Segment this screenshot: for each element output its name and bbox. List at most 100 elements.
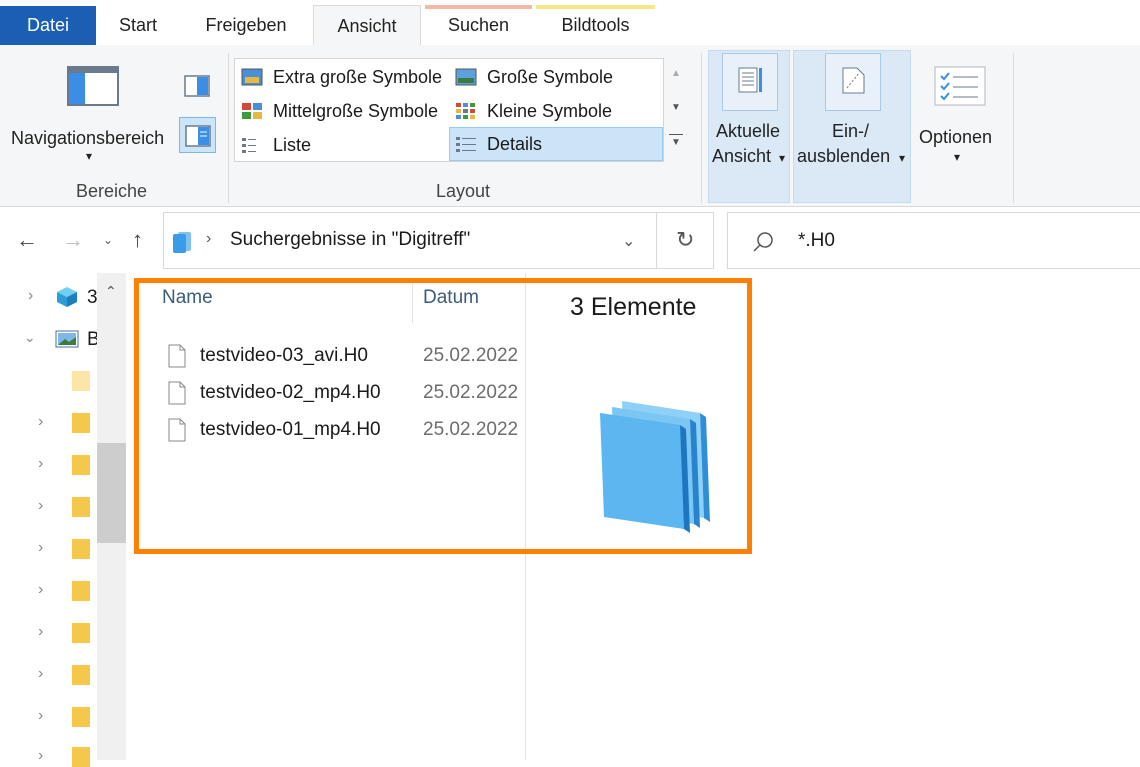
file-icon <box>168 344 186 368</box>
options-button[interactable]: Optionen ▾ <box>914 50 1004 203</box>
expand-chevron-icon[interactable]: › <box>38 623 43 641</box>
expand-chevron-icon[interactable]: › <box>38 581 43 599</box>
folder-icon[interactable] <box>72 539 90 559</box>
details-pane-button[interactable] <box>179 117 216 153</box>
current-view-label-1: Aktuelle <box>716 121 781 141</box>
expand-chevron-icon[interactable]: › <box>38 455 43 473</box>
options-icon <box>934 66 986 106</box>
address-dropdown-icon[interactable]: ⌄ <box>622 231 635 251</box>
details-icon <box>456 137 476 152</box>
tab-picture-tools[interactable]: Bildtools <box>536 5 655 46</box>
current-view-button[interactable]: Aktuelle Ansicht ▾ <box>708 50 790 203</box>
layout-details-label: Details <box>487 134 543 154</box>
folder-icon[interactable] <box>72 371 90 391</box>
gallery-more-icon[interactable]: ▼ <box>669 134 683 152</box>
file-date: 25.02.2022 <box>423 419 519 440</box>
layout-small-icons[interactable]: Kleine Symbole <box>451 95 661 127</box>
folder-icon[interactable] <box>72 623 90 643</box>
show-hide-icon <box>842 67 865 94</box>
address-bar[interactable]: › Suchergebnisse in "Digitreff" ⌄ ↻ <box>163 212 714 269</box>
navigation-pane-button[interactable]: Navigationsbereich ▾ <box>10 53 175 171</box>
tab-search[interactable]: Suchen <box>425 5 532 46</box>
preview-pane-icon[interactable] <box>184 75 210 97</box>
layout-group-label: Layout <box>436 181 491 201</box>
expand-chevron-icon[interactable]: › <box>38 665 43 683</box>
expand-chevron-icon[interactable]: › <box>28 287 33 305</box>
file-name: testvideo-03_avi.H0 <box>200 345 368 366</box>
options-dropdown-icon: ▾ <box>954 150 961 164</box>
refresh-icon[interactable]: ↻ <box>676 227 694 253</box>
scrollbar-thumb[interactable] <box>97 443 126 543</box>
ribbon-separator <box>1013 53 1014 203</box>
layout-details[interactable]: Details <box>449 127 663 161</box>
expand-chevron-icon[interactable]: › <box>38 413 43 431</box>
multiple-items-icon <box>600 401 710 533</box>
navigation-pane-icon <box>67 66 119 106</box>
folder-icon[interactable] <box>72 455 90 475</box>
column-header-date[interactable]: Datum <box>423 287 479 309</box>
layout-large-icons[interactable]: Große Symbole <box>451 61 661 93</box>
collapse-chevron-icon[interactable]: ⌄ <box>24 329 36 346</box>
gallery-scroll-down-icon[interactable]: ▼ <box>671 102 681 113</box>
search-context-strip <box>425 5 532 9</box>
tab-start[interactable]: Start <box>98 5 178 46</box>
recent-locations-icon[interactable]: ⌄ <box>103 233 113 247</box>
ribbon-separator <box>228 53 229 203</box>
tab-file[interactable]: Datei <box>0 6 96 45</box>
list-icon <box>242 138 256 153</box>
show-hide-icon-frame <box>825 53 881 111</box>
folder-icon[interactable] <box>72 497 90 517</box>
up-arrow-icon[interactable]: ↑ <box>132 227 143 253</box>
expand-chevron-icon[interactable]: › <box>38 747 43 765</box>
show-hide-button[interactable]: Ein-/ ausblenden ▾ <box>793 50 911 203</box>
layout-extra-large-label: Extra große Symbole <box>273 67 443 87</box>
layout-medium-icons[interactable]: Mittelgroße Symbole <box>237 95 447 127</box>
gallery-scroll-up-icon[interactable]: ▲ <box>671 68 681 79</box>
expand-chevron-icon[interactable]: › <box>38 497 43 515</box>
expand-chevron-icon[interactable]: › <box>38 707 43 725</box>
address-divider <box>656 213 657 268</box>
extra-large-icons-icon <box>241 68 263 86</box>
search-icon <box>753 232 773 252</box>
search-results-icon <box>173 232 191 253</box>
panes-group-label: Bereiche <box>76 181 148 201</box>
layout-extra-large-icons[interactable]: Extra große Symbole <box>237 61 447 93</box>
layout-large-label: Große Symbole <box>487 67 614 87</box>
search-input[interactable]: *.H0 <box>798 230 835 252</box>
small-icons-icon <box>456 103 475 119</box>
file-icon <box>168 381 186 405</box>
current-view-icon <box>738 67 762 93</box>
column-divider[interactable] <box>412 279 413 323</box>
column-header-name[interactable]: Name <box>162 287 213 309</box>
large-icons-icon <box>455 68 477 86</box>
scroll-up-icon[interactable]: ⌃ <box>105 283 117 300</box>
search-box[interactable]: *.H0 <box>727 212 1140 269</box>
folder-icon[interactable] <box>72 747 90 767</box>
current-view-label-2: Ansicht <box>712 146 772 166</box>
layout-medium-label: Mittelgroße Symbole <box>273 101 439 121</box>
nav-pane-scrollbar[interactable]: ⌃ <box>97 273 126 760</box>
tab-view[interactable]: Ansicht <box>313 5 421 47</box>
folder-icon[interactable] <box>72 665 90 685</box>
file-icon <box>168 418 186 442</box>
current-view-dropdown-icon: ▾ <box>779 151 786 165</box>
folder-icon[interactable] <box>72 581 90 601</box>
nav-item-3d-objects-label[interactable]: 3 <box>87 287 98 309</box>
3d-objects-icon <box>57 287 77 307</box>
current-view-icon-frame <box>722 53 778 111</box>
folder-icon[interactable] <box>72 707 90 727</box>
layout-list[interactable]: Liste <box>237 129 447 161</box>
picture-tools-context-strip <box>536 5 655 9</box>
file-name: testvideo-02_mp4.H0 <box>200 382 381 403</box>
tab-picture-tools-label: Bildtools <box>561 15 630 35</box>
forward-arrow-icon[interactable]: → <box>62 227 84 253</box>
tab-share[interactable]: Freigeben <box>188 5 304 46</box>
options-label: Optionen <box>919 127 993 147</box>
layout-gallery: Extra große Symbole Große Symbole Mittel… <box>234 58 664 162</box>
expand-chevron-icon[interactable]: › <box>38 539 43 557</box>
layout-list-label: Liste <box>273 135 312 155</box>
folder-icon[interactable] <box>72 413 90 433</box>
navigation-pane-dropdown-icon: ▾ <box>86 149 93 163</box>
back-arrow-icon[interactable]: ← <box>16 227 38 253</box>
ribbon-separator <box>701 53 702 203</box>
